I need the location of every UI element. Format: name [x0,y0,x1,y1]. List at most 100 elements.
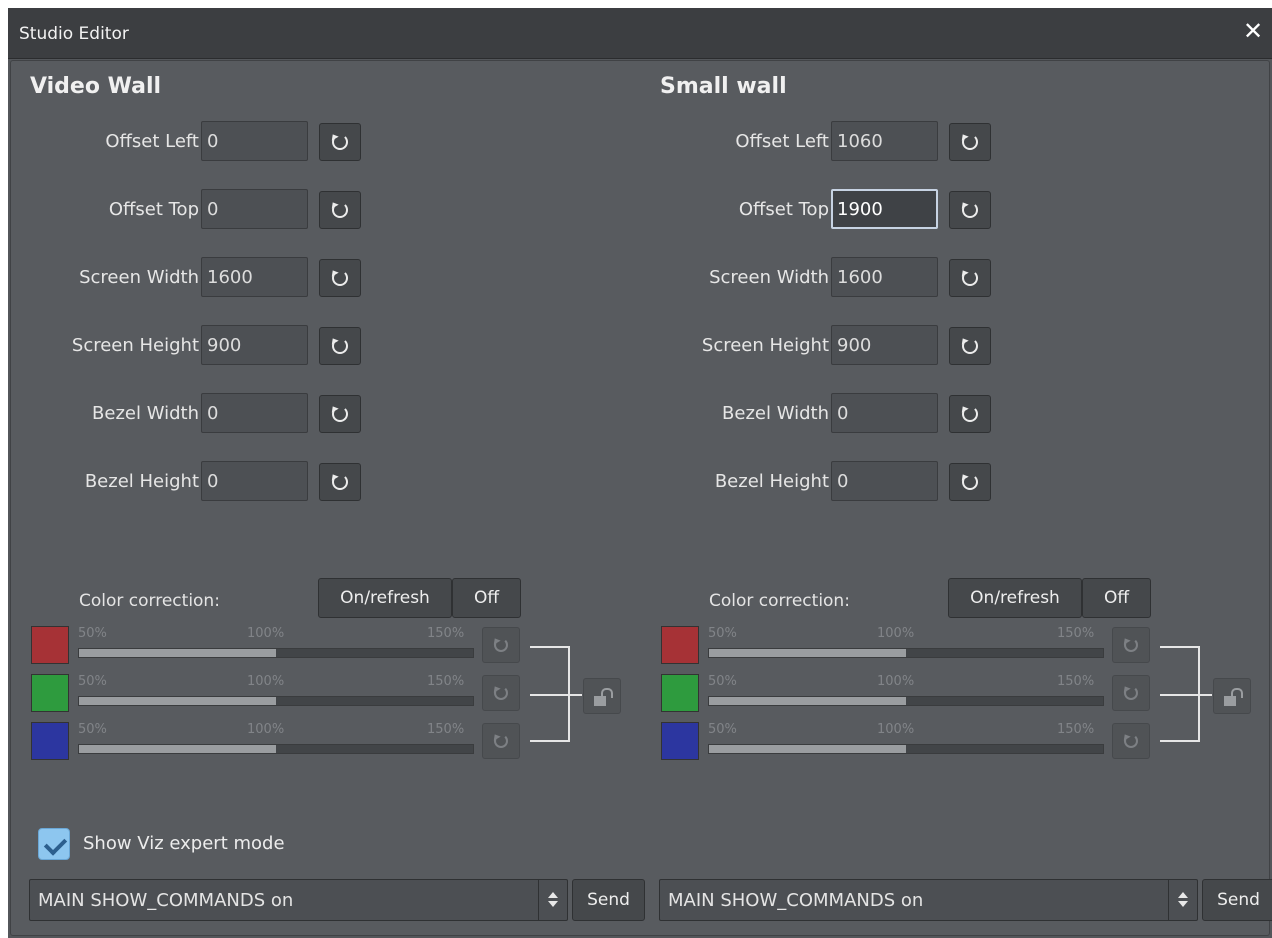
reset-button[interactable] [949,327,991,365]
green-swatch [31,674,69,712]
bezel-width-input[interactable] [201,393,308,433]
channel-reset-button[interactable] [1112,723,1150,759]
color-correction-on-button[interactable]: On/refresh [948,578,1082,618]
field-row-bezel-height: Bezel Height [641,461,1041,505]
color-channel-green: 50% 100% 150% [661,674,1161,714]
field-label: Bezel Width [92,403,199,424]
color-channel-green: 50% 100% 150% [31,674,531,714]
reset-icon [332,134,348,150]
green-swatch [661,674,699,712]
color-correction-on-button[interactable]: On/refresh [318,578,452,618]
field-label: Screen Height [701,335,829,356]
lock-body [594,696,606,706]
slider-fill [709,649,906,657]
reset-button[interactable] [319,123,361,161]
channel-reset-button[interactable] [482,627,520,663]
offset-top-input[interactable] [201,189,308,229]
field-label: Screen Width [79,267,199,288]
reset-icon [494,686,508,700]
reset-button[interactable] [319,191,361,229]
red-slider[interactable] [708,648,1104,658]
reset-button[interactable] [949,395,991,433]
bezel-height-input[interactable] [201,461,308,501]
field-label: Bezel Width [722,403,829,424]
field-row-offset-left: Offset Left [641,121,1041,165]
reset-button[interactable] [949,123,991,161]
reset-button[interactable] [319,259,361,297]
green-slider[interactable] [708,696,1104,706]
reset-icon [332,406,348,422]
field-row-screen-width: Screen Width [641,257,1041,301]
unlock-icon[interactable] [1213,678,1251,714]
screen-width-input[interactable] [831,257,938,297]
wall-title: Small wall [660,74,787,99]
reset-icon [962,338,978,354]
send-button[interactable]: Send [572,879,645,921]
reset-icon [1124,686,1138,700]
offset-left-input[interactable] [201,121,308,161]
max-percent: 150% [427,626,465,641]
expert-mode-label: Show Viz expert mode [83,833,285,854]
send-button[interactable]: Send [1202,879,1272,921]
reset-button[interactable] [949,463,991,501]
reset-button[interactable] [319,327,361,365]
color-correction-off-button[interactable]: Off [452,578,521,618]
wall-title: Video Wall [30,74,162,99]
blue-slider[interactable] [78,744,474,754]
reset-button[interactable] [319,463,361,501]
channel-reset-button[interactable] [1112,675,1150,711]
command-select[interactable]: MAIN SHOW_COMMANDS on [659,879,1198,921]
min-percent: 50% [708,626,737,641]
mid-percent: 100% [877,626,915,641]
screen-width-input[interactable] [201,257,308,297]
field-row-screen-height: Screen Height [11,325,411,369]
reset-icon [962,406,978,422]
color-channel-red: 50% 100% 150% [31,626,531,666]
reset-button[interactable] [319,395,361,433]
field-row-offset-top: Offset Top [641,189,1041,233]
command-select[interactable]: MAIN SHOW_COMMANDS on [29,879,568,921]
channel-reset-button[interactable] [482,675,520,711]
field-row-bezel-width: Bezel Width [641,393,1041,437]
max-percent: 150% [427,674,465,689]
field-row-offset-left: Offset Left [11,121,411,165]
field-label: Offset Left [735,131,829,152]
mid-percent: 100% [877,722,915,737]
reset-icon [962,474,978,490]
reset-icon [332,338,348,354]
screen-height-input[interactable] [201,325,308,365]
reset-icon [494,638,508,652]
channel-reset-button[interactable] [482,723,520,759]
reset-button[interactable] [949,191,991,229]
blue-slider[interactable] [708,744,1104,754]
bezel-height-input[interactable] [831,461,938,501]
green-slider[interactable] [78,696,474,706]
close-icon[interactable]: ✕ [1240,18,1266,44]
field-label: Bezel Height [714,471,829,492]
field-label: Offset Left [105,131,199,152]
red-swatch [31,626,69,664]
reset-button[interactable] [949,259,991,297]
unlock-icon[interactable] [583,678,621,714]
link-connector [1160,694,1212,696]
offset-top-input[interactable] [831,189,938,229]
wall-panel-video-wall: Video Wall Offset Left Offset Top Screen… [11,61,645,921]
red-slider[interactable] [78,648,474,658]
slider-fill [79,649,276,657]
channel-reset-button[interactable] [1112,627,1150,663]
reset-icon [332,474,348,490]
title-bar: Studio Editor ✕ [8,8,1272,59]
bezel-width-input[interactable] [831,393,938,433]
field-label: Bezel Height [84,471,199,492]
screen-height-input[interactable] [831,325,938,365]
offset-left-input[interactable] [831,121,938,161]
expert-mode-checkbox[interactable] [38,828,70,860]
field-row-screen-width: Screen Width [11,257,411,301]
check-icon [43,832,68,856]
max-percent: 150% [1057,722,1095,737]
reset-icon [1124,734,1138,748]
max-percent: 150% [427,722,465,737]
field-row-offset-top: Offset Top [11,189,411,233]
min-percent: 50% [78,674,107,689]
color-correction-off-button[interactable]: Off [1082,578,1151,618]
